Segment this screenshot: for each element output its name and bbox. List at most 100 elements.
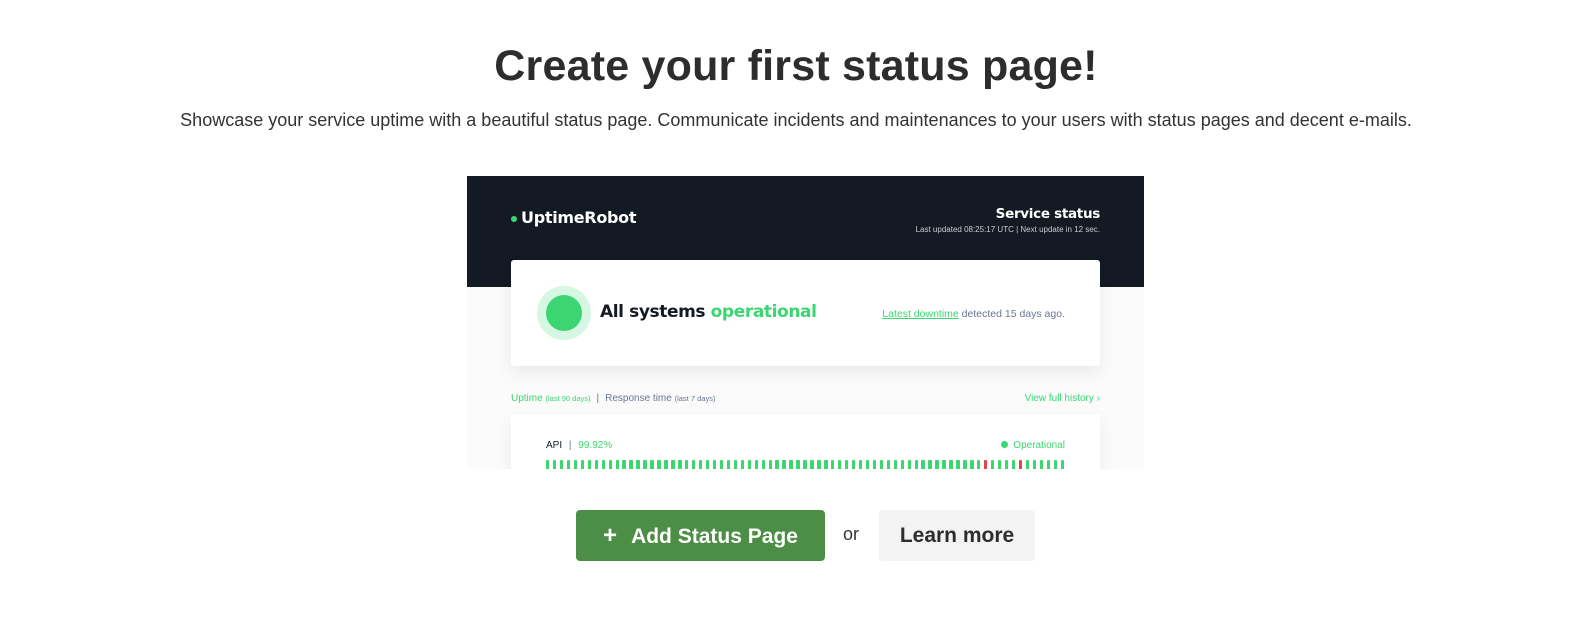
- page-title: Create your first status page!: [494, 42, 1098, 90]
- uptime-bars: [546, 460, 1065, 469]
- tab-separator: |: [596, 393, 600, 404]
- tab-response: Response time (last 7 days): [605, 393, 715, 404]
- action-row: + Add Status Page or Learn more: [0, 510, 1592, 561]
- preview-status-text: All systems operational: [600, 302, 817, 322]
- plus-icon: +: [603, 521, 618, 549]
- uptime-bar: [956, 460, 960, 469]
- uptime-bar: [761, 460, 765, 469]
- uptime-bar: [796, 460, 800, 469]
- status-indicator-icon: [537, 286, 591, 340]
- uptime-bar: [566, 460, 571, 469]
- uptime-bar: [984, 460, 988, 469]
- uptime-bar: [636, 460, 640, 469]
- uptime-bar: [671, 460, 675, 469]
- uptime-bar: [1018, 460, 1023, 469]
- uptime-bar: [552, 460, 557, 469]
- preview-monitor-card: API | 99.92% Operational: [511, 414, 1100, 469]
- uptime-bar: [615, 460, 619, 469]
- preview-tabs: Uptime (last 90 days) | Response time (las…: [511, 393, 1100, 404]
- uptime-bar: [768, 460, 772, 469]
- status-prefix: All systems: [600, 302, 711, 322]
- tab-uptime-range: (last 90 days): [545, 394, 591, 403]
- uptime-bar: [810, 460, 814, 469]
- uptime-bar: [865, 460, 870, 469]
- uptime-bar: [1004, 460, 1009, 469]
- tab-uptime-label: Uptime: [511, 393, 543, 404]
- uptime-bar: [754, 460, 758, 469]
- uptime-bar: [851, 460, 856, 469]
- uptime-bar: [879, 460, 884, 469]
- uptime-bar: [580, 460, 585, 469]
- uptime-bar: [622, 460, 626, 469]
- uptime-bar: [747, 460, 752, 469]
- uptime-bar: [650, 460, 654, 469]
- uptime-bar: [740, 460, 745, 469]
- preview-logo: UptimeRobot: [511, 208, 637, 227]
- uptime-bar: [608, 460, 612, 469]
- add-status-page-label: Add Status Page: [631, 524, 798, 548]
- uptime-bar: [1053, 460, 1057, 469]
- monitor-status: Operational: [1001, 440, 1065, 451]
- uptime-bar: [914, 460, 918, 469]
- tab-response-range: (last 7 days): [674, 394, 716, 403]
- uptime-bar: [685, 460, 689, 469]
- uptime-bar: [1046, 460, 1051, 469]
- uptime-bar: [775, 460, 779, 469]
- status-indicator-dot: [546, 295, 582, 331]
- tab-response-label: Response time: [605, 393, 672, 404]
- uptime-bar: [928, 460, 932, 469]
- uptime-bar: [970, 460, 974, 469]
- logo-dot-icon: [511, 216, 517, 222]
- uptime-bar: [726, 460, 731, 469]
- uptime-bar: [942, 460, 946, 469]
- downtime-link: Latest downtime: [882, 308, 959, 320]
- monitor-uptime: 99.92%: [578, 440, 613, 451]
- uptime-bar: [559, 460, 564, 469]
- uptime-bar: [907, 460, 911, 469]
- uptime-bar: [629, 460, 633, 469]
- uptime-bar: [546, 460, 550, 469]
- uptime-bar: [893, 460, 898, 469]
- uptime-bar: [858, 460, 863, 469]
- uptime-bar: [782, 460, 786, 469]
- operational-dot-icon: [1001, 441, 1009, 448]
- uptime-bar: [789, 460, 793, 469]
- uptime-bar: [719, 460, 724, 469]
- uptime-bar: [838, 460, 842, 469]
- uptime-bar: [587, 460, 592, 469]
- uptime-bar: [573, 460, 578, 469]
- preview-brand-name: UptimeRobot: [521, 208, 637, 227]
- add-status-page-button[interactable]: + Add Status Page: [576, 510, 825, 561]
- uptime-bar: [949, 460, 953, 469]
- uptime-bar: [803, 460, 807, 469]
- uptime-bar: [831, 460, 835, 469]
- uptime-bar: [921, 460, 925, 469]
- uptime-bar: [678, 460, 682, 469]
- preview-status-card: All systems operational Latest downtime …: [511, 260, 1100, 366]
- uptime-bar: [1039, 460, 1044, 469]
- preview-service-title: Service status: [995, 206, 1101, 222]
- status-word: operational: [710, 302, 817, 322]
- uptime-bar: [692, 460, 696, 469]
- tab-uptime: Uptime (last 90 days): [511, 393, 591, 404]
- uptime-bar: [1060, 460, 1064, 469]
- uptime-bar: [712, 460, 717, 469]
- downtime-rest: detected 15 days ago.: [958, 308, 1065, 320]
- uptime-bar: [1025, 460, 1030, 469]
- view-history-link: View full history ›: [1024, 393, 1100, 404]
- uptime-bar: [817, 460, 821, 469]
- uptime-bar: [886, 460, 891, 469]
- uptime-bar: [977, 460, 981, 469]
- uptime-bar: [991, 460, 995, 469]
- uptime-bar: [872, 460, 877, 469]
- uptime-bar: [935, 460, 939, 469]
- learn-more-button[interactable]: Learn more: [879, 510, 1035, 561]
- or-text: or: [843, 524, 860, 544]
- uptime-bar: [643, 460, 647, 469]
- uptime-bar: [664, 460, 668, 469]
- uptime-bar: [997, 460, 1002, 469]
- monitor-status-label: Operational: [1013, 440, 1065, 451]
- status-page-preview-image: UptimeRobot Service status Last updated …: [467, 176, 1144, 469]
- preview-last-updated: Last updated 08:25:17 UTC | Next update …: [915, 225, 1100, 234]
- uptime-bar: [824, 460, 828, 469]
